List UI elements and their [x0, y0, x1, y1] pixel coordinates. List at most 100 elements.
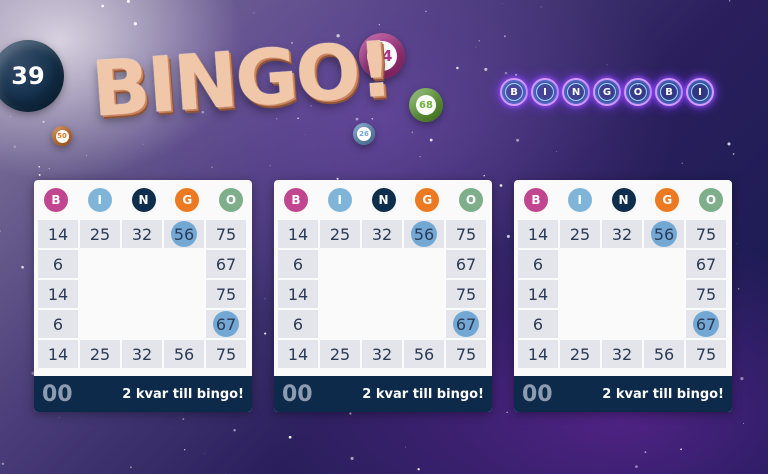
number-cell[interactable]: 56: [164, 340, 204, 368]
star: [264, 298, 266, 300]
column-letter-i: I: [567, 188, 592, 212]
star: [736, 243, 738, 245]
star: [737, 288, 740, 290]
cell-number: 75: [695, 224, 717, 244]
number-cell[interactable]: 75: [446, 340, 486, 368]
number-cell[interactable]: 25: [320, 220, 360, 248]
number-cell[interactable]: 32: [602, 220, 642, 248]
star: [732, 153, 735, 155]
star: [21, 265, 24, 269]
card-header: BINGO: [514, 180, 732, 220]
number-cell[interactable]: 67: [206, 310, 246, 338]
number-cell[interactable]: 14: [278, 340, 318, 368]
cell-number: 56: [173, 344, 195, 364]
card-grid: 14 25 32 56 75 6 67 14 75 6 67 14 25 32 56 75: [518, 220, 728, 368]
cell-number: 25: [569, 344, 591, 364]
number-cell[interactable]: 14: [518, 280, 558, 308]
number-cell[interactable]: 75: [206, 280, 246, 308]
number-cell[interactable]: 14: [38, 340, 78, 368]
number-cell[interactable]: 67: [206, 250, 246, 278]
number-cell[interactable]: 67: [446, 310, 486, 338]
number-cell[interactable]: 14: [38, 280, 78, 308]
star: [506, 234, 510, 238]
number-cell[interactable]: 75: [686, 220, 726, 248]
number-cell[interactable]: 56: [644, 220, 684, 248]
star: [478, 40, 481, 42]
empty-cell: [164, 250, 204, 278]
number-cell[interactable]: 6: [518, 310, 558, 338]
cell-number: 32: [131, 344, 153, 364]
number-cell[interactable]: 6: [38, 250, 78, 278]
cell-number: 25: [329, 344, 351, 364]
number-cell[interactable]: 14: [278, 220, 318, 248]
cell-number: 75: [695, 284, 717, 304]
empty-cell: [404, 310, 444, 338]
marked-count: 00: [282, 381, 313, 407]
star: [13, 145, 16, 148]
number-cell[interactable]: 32: [122, 220, 162, 248]
empty-cell: [80, 250, 120, 278]
star: [349, 412, 352, 415]
empty-cell: [560, 310, 600, 338]
number-cell[interactable]: 67: [686, 250, 726, 278]
number-cell[interactable]: 6: [38, 310, 78, 338]
bingo-card[interactable]: B I N G O 14 25 32 56 75 6 67 14 75 6 67 14 25 32 56 75 00 2 k…: [34, 180, 252, 412]
bingo-card[interactable]: B I N G O 14 25 32 56 75 6 67 14 75 6 67 14 25 32 56 75 00 2 k…: [274, 180, 492, 412]
star: [483, 174, 485, 177]
star: [182, 418, 185, 421]
number-cell[interactable]: 25: [560, 340, 600, 368]
empty-cell: [320, 280, 360, 308]
remaining-status: 2 kvar till bingo!: [122, 386, 244, 402]
number-cell[interactable]: 56: [164, 220, 204, 248]
number-cell[interactable]: 75: [686, 340, 726, 368]
cell-number: 56: [173, 224, 195, 244]
neon-letter-ball: O: [624, 78, 652, 106]
drawn-ball: 50: [52, 126, 72, 146]
number-cell[interactable]: 32: [602, 340, 642, 368]
number-cell[interactable]: 32: [362, 340, 402, 368]
column-letter-n: N: [371, 188, 396, 212]
drawn-ball: 68: [409, 88, 443, 122]
number-cell[interactable]: 75: [446, 280, 486, 308]
number-cell[interactable]: 25: [560, 220, 600, 248]
bingo-card[interactable]: B I N G O 14 25 32 56 75 6 67 14 75 6 67 14 25 32 56 75 00 2 k…: [514, 180, 732, 412]
number-cell[interactable]: 6: [278, 310, 318, 338]
marked-count: 00: [42, 381, 73, 407]
empty-cell: [644, 280, 684, 308]
star: [129, 466, 132, 469]
number-cell[interactable]: 14: [278, 280, 318, 308]
number-cell[interactable]: 75: [206, 340, 246, 368]
number-cell[interactable]: 6: [518, 250, 558, 278]
number-cell[interactable]: 75: [446, 220, 486, 248]
number-cell[interactable]: 25: [80, 220, 120, 248]
number-cell[interactable]: 32: [362, 220, 402, 248]
card-footer: 00 2 kvar till bingo!: [274, 376, 492, 412]
number-cell[interactable]: 6: [278, 250, 318, 278]
card-footer: 00 2 kvar till bingo!: [34, 376, 252, 412]
star: [253, 12, 255, 14]
number-cell[interactable]: 75: [206, 220, 246, 248]
star: [405, 446, 407, 448]
number-cell[interactable]: 25: [320, 340, 360, 368]
empty-cell: [560, 280, 600, 308]
number-cell[interactable]: 56: [404, 220, 444, 248]
number-cell[interactable]: 67: [686, 310, 726, 338]
number-cell[interactable]: 14: [518, 220, 558, 248]
empty-cell: [320, 310, 360, 338]
empty-cell: [560, 250, 600, 278]
number-cell[interactable]: 14: [518, 340, 558, 368]
cell-number: 14: [527, 224, 549, 244]
number-cell[interactable]: 25: [80, 340, 120, 368]
neon-letter-ball: I: [531, 78, 559, 106]
neon-letter-ball: N: [562, 78, 590, 106]
card-grid: 14 25 32 56 75 6 67 14 75 6 67 14 25 32 56 75: [278, 220, 488, 368]
star: [606, 64, 608, 66]
number-cell[interactable]: 75: [686, 280, 726, 308]
empty-cell: [602, 310, 642, 338]
number-cell[interactable]: 67: [446, 250, 486, 278]
number-cell[interactable]: 56: [644, 340, 684, 368]
star: [499, 184, 503, 187]
number-cell[interactable]: 14: [38, 220, 78, 248]
number-cell[interactable]: 56: [404, 340, 444, 368]
number-cell[interactable]: 32: [122, 340, 162, 368]
